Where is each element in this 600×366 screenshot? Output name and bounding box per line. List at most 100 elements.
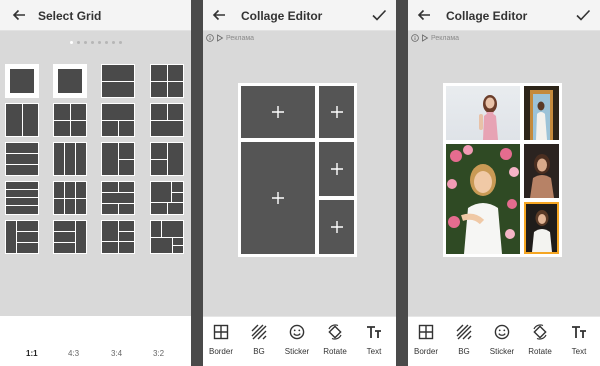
- confirm-check-icon[interactable]: [370, 6, 388, 24]
- grid-cell: [102, 143, 118, 175]
- grid-cell: [6, 206, 38, 214]
- ad-notice: Реклама: [206, 34, 254, 42]
- sticker-tool[interactable]: Sticker: [278, 324, 316, 356]
- page-dot: [118, 41, 122, 44]
- grid-layout-option[interactable]: [150, 64, 184, 98]
- doorway-photo: [530, 90, 553, 140]
- grid-cell: [58, 69, 82, 93]
- grid-layout-option[interactable]: [5, 64, 39, 98]
- text-tool[interactable]: Text: [560, 324, 598, 356]
- rotate-tool[interactable]: Rotate: [316, 324, 354, 356]
- collage-photo-bottom-left[interactable]: [446, 144, 520, 254]
- editor-toolbar: Border BG Sticker Rotate Text: [408, 316, 600, 366]
- photo-slot-top-left[interactable]: [241, 86, 315, 138]
- grid-layout-option[interactable]: [53, 64, 87, 98]
- ad-notice: Реклама: [411, 34, 459, 42]
- portrait-photo: [479, 95, 498, 140]
- grid-cell: [118, 204, 134, 214]
- grid-cell: [102, 120, 118, 136]
- photo-slot-bottom-right[interactable]: [319, 200, 354, 254]
- tool-label: Text: [366, 347, 382, 356]
- grid-cell: [151, 104, 167, 120]
- background-tool[interactable]: BG: [445, 324, 483, 356]
- collage-photo-top-left[interactable]: [446, 86, 520, 140]
- grid-cell: [102, 182, 118, 192]
- grid-layout-option[interactable]: [150, 220, 184, 254]
- plus-icon: [330, 221, 343, 233]
- border-grid-icon: [418, 324, 434, 340]
- grid-layout-option[interactable]: [53, 181, 87, 215]
- stripes-icon: [251, 324, 267, 340]
- border-tool[interactable]: Border: [203, 324, 240, 356]
- grid-layout-option[interactable]: [150, 142, 184, 176]
- grid-cell: [17, 232, 38, 242]
- photo-slot-bottom-left[interactable]: [241, 142, 315, 254]
- text-tool[interactable]: Text: [355, 324, 393, 356]
- ratio-tab-4-3[interactable]: 4:3: [68, 349, 79, 358]
- collage-editor-filled-screen: Collage Editor Реклама Border BG Sticker…: [408, 0, 600, 366]
- collage-photo-middle-right[interactable]: [524, 144, 559, 198]
- grid-layout-option[interactable]: [53, 142, 87, 176]
- grid-cell: [167, 143, 183, 175]
- grid-layout-option[interactable]: [101, 142, 135, 176]
- grid-cell: [70, 120, 86, 136]
- plus-icon: [272, 192, 284, 204]
- grid-cell: [151, 120, 183, 136]
- grid-cell: [6, 165, 38, 175]
- border-tool[interactable]: Border: [408, 324, 445, 356]
- collage-photo-bottom-right-selected[interactable]: [524, 202, 559, 254]
- grid-cell: [102, 193, 134, 203]
- grid-cell: [151, 159, 167, 175]
- back-arrow-icon[interactable]: [210, 6, 228, 24]
- grid-cell: [6, 154, 38, 164]
- grid-cell: [6, 190, 38, 197]
- grid-layout-option[interactable]: [101, 181, 135, 215]
- ratio-tab-3-4[interactable]: 3:4: [111, 349, 122, 358]
- grid-cell: [76, 198, 86, 214]
- grid-cell: [54, 221, 75, 231]
- tool-label: BG: [253, 347, 265, 356]
- tool-label: Sticker: [284, 347, 310, 356]
- grid-cell: [162, 221, 183, 237]
- grid-layout-option[interactable]: [53, 103, 87, 137]
- grid-cell: [76, 143, 86, 175]
- grid-layout-option[interactable]: [5, 142, 39, 176]
- plus-icon: [330, 163, 343, 175]
- tool-label: Rotate: [323, 347, 347, 356]
- grid-cell: [6, 104, 22, 136]
- grid-layout-option[interactable]: [5, 103, 39, 137]
- photo-slot-top-right[interactable]: [319, 86, 354, 138]
- ratio-tab-3-2[interactable]: 3:2: [153, 349, 164, 358]
- grid-cell: [6, 221, 16, 253]
- back-arrow-icon[interactable]: [415, 6, 433, 24]
- tool-label: Sticker: [489, 347, 515, 356]
- ad-label: Реклама: [226, 34, 255, 42]
- ratio-tab-1-1[interactable]: 1:1: [26, 349, 38, 358]
- portrait-dark-photo: [530, 154, 554, 198]
- page-dot: [90, 41, 94, 44]
- grid-layout-option[interactable]: [101, 103, 135, 137]
- photo-slot-middle-right[interactable]: [319, 142, 354, 196]
- plus-icon: [330, 106, 343, 118]
- grid-cell: [118, 221, 134, 231]
- grid-layout-option[interactable]: [101, 64, 135, 98]
- grid-cell: [151, 182, 171, 202]
- sticker-tool[interactable]: Sticker: [483, 324, 521, 356]
- background-tool[interactable]: BG: [240, 324, 278, 356]
- confirm-check-icon[interactable]: [574, 6, 592, 24]
- grid-layout-option[interactable]: [53, 220, 87, 254]
- grid-layout-option[interactable]: [150, 181, 184, 215]
- grid-layout-option[interactable]: [5, 220, 39, 254]
- grid-layout-option[interactable]: [101, 220, 135, 254]
- collage-photo-top-right[interactable]: [524, 86, 559, 140]
- text-icon: [367, 326, 381, 338]
- grid-cell: [167, 203, 183, 214]
- rotate-tool[interactable]: Rotate: [521, 324, 559, 356]
- tool-label: Rotate: [528, 347, 552, 356]
- grid-cell: [54, 198, 64, 214]
- back-arrow-icon[interactable]: [10, 6, 28, 24]
- grid-cell: [54, 104, 70, 120]
- grid-layout-option[interactable]: [5, 181, 39, 215]
- collage-canvas: [443, 83, 562, 257]
- grid-layout-option[interactable]: [150, 103, 184, 137]
